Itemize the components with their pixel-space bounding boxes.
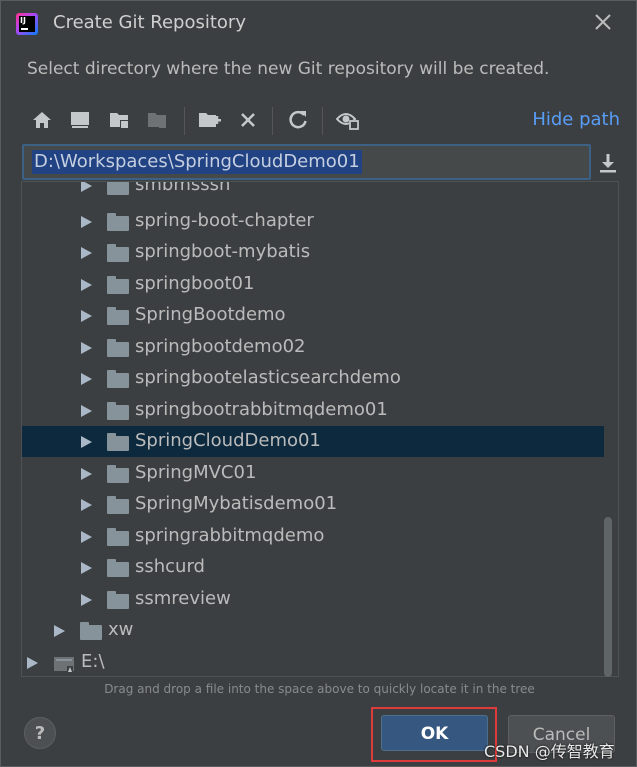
folder-icon (107, 276, 129, 294)
expand-arrow-icon[interactable] (81, 531, 92, 543)
folder-icon (107, 213, 129, 231)
tree-row-label: ssmreview (135, 588, 231, 609)
toolbar-separator (184, 107, 185, 135)
directory-tree[interactable]: smbmsssh spring-boot-chapter springboot-… (21, 181, 619, 677)
home-icon[interactable] (29, 107, 55, 133)
show-hidden-icon[interactable] (335, 107, 361, 133)
create-git-repository-dialog: IJ Create Git Repository Select director… (0, 0, 637, 767)
tree-row-label: smbmsssh (135, 181, 231, 195)
expand-arrow-icon[interactable] (81, 405, 92, 417)
desktop-icon[interactable] (67, 107, 93, 133)
new-folder-icon[interactable] (197, 107, 223, 133)
title-bar: IJ Create Git Repository (1, 1, 636, 45)
project-folder-icon[interactable] (107, 107, 133, 133)
tree-row-label: springbootrabbitmqdemo01 (135, 399, 388, 420)
refresh-icon[interactable] (285, 107, 311, 133)
tree-row[interactable]: springboot01 (22, 269, 604, 300)
dialog-description: Select directory where the new Git repos… (27, 59, 550, 79)
folder-icon (107, 307, 129, 325)
toolbar-separator (322, 107, 323, 135)
intellij-app-icon: IJ (16, 13, 38, 35)
expand-arrow-icon[interactable] (81, 468, 92, 480)
tree-row[interactable]: E:\ (22, 647, 604, 676)
tree-row-label: springboot-mybatis (135, 241, 311, 262)
tree-row-label: SpringBootdemo (135, 304, 286, 325)
path-input-value[interactable]: D:\Workspaces\SpringCloudDemo01 (32, 150, 362, 174)
tree-row[interactable]: sshcurd (22, 552, 604, 583)
tree-row-label: springbootelasticsearchdemo (135, 367, 401, 388)
drive-icon (54, 657, 74, 672)
tree-row[interactable]: springrabbitmqdemo (22, 521, 604, 552)
tree-row-label: spring-boot-chapter (135, 210, 314, 231)
tree-row[interactable]: xw (22, 615, 604, 646)
folder-icon (107, 182, 129, 195)
folder-icon (107, 339, 129, 357)
expand-arrow-icon[interactable] (81, 594, 92, 606)
tree-row[interactable]: SpringMybatisdemo01 (22, 489, 604, 520)
hide-path-link[interactable]: Hide path (532, 109, 620, 130)
module-folder-icon[interactable] (145, 107, 171, 133)
tree-row-label: springbootdemo02 (135, 336, 306, 357)
folder-icon (107, 370, 129, 388)
expand-arrow-icon[interactable] (27, 657, 38, 669)
drag-drop-hint: Drag and drop a file into the space abov… (104, 682, 535, 696)
tree-scrollbar[interactable] (604, 517, 612, 677)
folder-icon (107, 591, 129, 609)
tree-row[interactable]: spring-boot-chapter (22, 206, 604, 237)
tree-row[interactable]: springbootelasticsearchdemo (22, 363, 604, 394)
help-button[interactable]: ? (24, 717, 56, 749)
folder-icon (107, 402, 129, 420)
dialog-title: Create Git Repository (53, 12, 246, 33)
tree-row-label: springrabbitmqdemo (135, 525, 325, 546)
expand-arrow-icon[interactable] (81, 216, 92, 228)
tree-row[interactable]: springbootdemo02 (22, 332, 604, 363)
tree-row-label: SpringMybatisdemo01 (135, 493, 338, 514)
ok-button[interactable]: OK (381, 715, 488, 751)
folder-icon (107, 244, 129, 262)
tree-row-label: SpringCloudDemo01 (135, 430, 321, 451)
tree-row[interactable]: SpringMVC01 (22, 458, 604, 489)
tree-row-label: E:\ (81, 651, 105, 672)
expand-arrow-icon[interactable] (81, 310, 92, 322)
watermark-text: CSDN @传智教育 (484, 742, 615, 761)
expand-arrow-icon[interactable] (81, 436, 92, 448)
expand-arrow-icon[interactable] (54, 625, 65, 637)
expand-arrow-icon[interactable] (81, 373, 92, 385)
folder-icon (107, 528, 129, 546)
tree-row-label: sshcurd (135, 556, 205, 577)
tree-row[interactable]: springboot-mybatis (22, 237, 604, 268)
tree-row-label: springboot01 (135, 273, 255, 294)
expand-arrow-icon[interactable] (81, 247, 92, 259)
tree-row-selected[interactable]: SpringCloudDemo01 (22, 426, 604, 457)
tree-row-label: SpringMVC01 (135, 462, 257, 483)
tree-row[interactable]: SpringBootdemo (22, 300, 604, 331)
expand-arrow-icon[interactable] (81, 342, 92, 354)
expand-arrow-icon[interactable] (81, 182, 92, 192)
tree-row[interactable]: smbmsssh (22, 181, 604, 201)
expand-arrow-icon[interactable] (81, 499, 92, 511)
download-icon[interactable] (597, 152, 619, 174)
path-field[interactable]: D:\Workspaces\SpringCloudDemo01 (22, 144, 591, 180)
folder-icon (107, 465, 129, 483)
expand-arrow-icon[interactable] (81, 279, 92, 291)
folder-icon (107, 496, 129, 514)
folder-icon (107, 433, 129, 451)
tree-row-label: xw (108, 619, 134, 640)
folder-icon (107, 559, 129, 577)
folder-icon (80, 622, 102, 640)
tree-row[interactable]: springbootrabbitmqdemo01 (22, 395, 604, 426)
delete-icon[interactable] (235, 107, 261, 133)
close-icon[interactable] (592, 11, 614, 33)
expand-arrow-icon[interactable] (81, 562, 92, 574)
toolbar-separator (272, 107, 273, 135)
tree-row[interactable]: ssmreview (22, 584, 604, 615)
